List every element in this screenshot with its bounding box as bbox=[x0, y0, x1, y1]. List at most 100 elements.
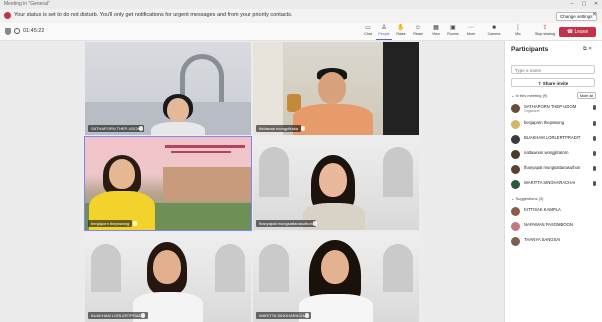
people-label: People bbox=[378, 32, 390, 36]
participant-row[interactable]: BUAKHAM LORLERTPRADIT bbox=[511, 133, 599, 147]
search-placeholder: Type a name bbox=[515, 68, 542, 73]
close-window-icon[interactable]: ✕ bbox=[590, 0, 602, 9]
avatar bbox=[511, 150, 520, 159]
panel-actions: ⧉ ✕ bbox=[583, 46, 592, 52]
face bbox=[321, 250, 349, 284]
phone-icon: ☎ bbox=[566, 29, 575, 35]
chat-icon: ▭ bbox=[365, 25, 371, 31]
dnd-banner: Your status is set to do not disturb. Yo… bbox=[0, 9, 602, 24]
participants-panel: Participants ⧉ ✕ Type a name ⇧ Share inv… bbox=[504, 41, 602, 322]
participant-name: KITTISAK KAMPLA bbox=[524, 207, 561, 212]
avatar bbox=[511, 120, 520, 129]
window-title: Meeting in "General" bbox=[4, 1, 50, 7]
more-icon: ⋯ bbox=[468, 25, 474, 31]
chat-button[interactable]: ▭ Chat bbox=[360, 25, 376, 39]
react-label: React bbox=[413, 32, 423, 36]
share-icon: ⇪ bbox=[542, 25, 548, 31]
participant-row[interactable]: SATHAPORN THEP-UDOM Organizer bbox=[511, 102, 599, 116]
face bbox=[167, 98, 189, 122]
participant-row[interactable]: thanyapat mungsattanasuthon bbox=[511, 163, 599, 177]
mic-icon bbox=[301, 126, 305, 131]
avatar bbox=[511, 104, 520, 113]
pop-out-icon[interactable]: ⧉ bbox=[583, 46, 587, 52]
share-invite-label: Share invite bbox=[542, 81, 569, 86]
mic-icon bbox=[593, 181, 596, 186]
suggested-participant-row[interactable]: KITTISAK KAMPLA bbox=[511, 205, 599, 219]
rooms-label: Rooms bbox=[447, 32, 459, 36]
arch-window bbox=[91, 244, 121, 292]
share-invite-button[interactable]: ⇧ Share invite bbox=[511, 78, 595, 87]
people-button[interactable]: ♙ People bbox=[376, 25, 392, 40]
suggestions-label: Suggestions (3) bbox=[515, 196, 544, 201]
video-tile[interactable]: thanyapat mungsattanasuthon bbox=[253, 137, 419, 230]
suggested-participant-row[interactable]: NAPAWAN PASOMBOON bbox=[511, 220, 599, 234]
raise-label: Raise bbox=[396, 32, 406, 36]
more-button[interactable]: ⋯ More bbox=[463, 25, 479, 39]
camera-icon: ■ bbox=[492, 25, 496, 31]
participant-name: thanyapat mungsattanasuthon bbox=[524, 165, 581, 170]
stop-sharing-button[interactable]: ⇪ Stop sharing bbox=[535, 25, 555, 39]
leave-button[interactable]: ☎ Leave bbox=[559, 27, 596, 37]
participant-name: nattawoon wongjitratorn bbox=[524, 150, 569, 155]
building-backdrop bbox=[163, 167, 251, 201]
react-icon: ☺ bbox=[414, 25, 422, 31]
more-label: More bbox=[466, 32, 476, 36]
in-meeting-label: In this meeting (9) bbox=[515, 93, 548, 98]
rooms-button[interactable]: ▣ Rooms bbox=[445, 25, 461, 39]
video-stage: SATHAPORN THEP-UDOM thidawan mongpittaka… bbox=[0, 41, 504, 322]
suggested-participant-row[interactable]: THANYA SANGSAI bbox=[511, 235, 599, 249]
mic-icon bbox=[593, 151, 596, 156]
face bbox=[109, 159, 135, 189]
mic-icon bbox=[593, 121, 596, 126]
participant-name: WARITTA SINGHARACHAI bbox=[524, 180, 576, 185]
mic-button[interactable]: ⏐ Mic bbox=[510, 25, 526, 39]
video-tile[interactable]: thidawan mongpittaka bbox=[253, 42, 419, 135]
participant-name: THANYA SANGSAI bbox=[524, 237, 561, 242]
video-tile[interactable]: SATHAPORN THEP-UDOM bbox=[85, 42, 251, 135]
maximize-icon[interactable]: ▢ bbox=[578, 0, 590, 9]
video-tile[interactable]: WARITTA SINGHARACHAI bbox=[253, 232, 419, 322]
video-tile[interactable]: BUAKHAM LORLERTPRADIT bbox=[85, 232, 251, 322]
minimize-icon[interactable]: – bbox=[566, 0, 578, 9]
arch-window bbox=[259, 147, 289, 197]
dark-panel bbox=[383, 42, 419, 135]
participant-row[interactable]: WARITTA SINGHARACHAI bbox=[511, 178, 599, 192]
in-meeting-header[interactable]: ⌄ In this meeting (9) bbox=[511, 93, 547, 98]
participant-name: NAPAWAN PASOMBOON bbox=[524, 222, 573, 227]
participant-search-input[interactable]: Type a name bbox=[511, 65, 595, 74]
mute-all-button[interactable]: Mute all bbox=[577, 92, 596, 99]
stop-sharing-label: Stop sharing bbox=[535, 32, 556, 36]
chat-label: Chat bbox=[364, 32, 372, 36]
close-panel-icon[interactable]: ✕ bbox=[588, 46, 592, 52]
mic-icon bbox=[141, 313, 145, 318]
mic-icon bbox=[593, 105, 596, 110]
participant-row[interactable]: nattawoon wongjitratorn bbox=[511, 148, 599, 162]
view-button[interactable]: ▦ View bbox=[428, 25, 444, 39]
video-tile-active-speaker[interactable]: benjaporn thepswong bbox=[84, 136, 252, 231]
participant-row[interactable]: benjaporn thepswong bbox=[511, 118, 599, 132]
suggestions-header[interactable]: ⌄ Suggestions (3) bbox=[511, 196, 543, 201]
face bbox=[319, 163, 347, 197]
arch-window bbox=[215, 244, 245, 292]
face bbox=[318, 72, 346, 104]
avatar bbox=[511, 135, 520, 144]
avatar bbox=[511, 180, 520, 189]
view-label: View bbox=[432, 32, 440, 36]
mic-icon bbox=[313, 221, 317, 226]
participant-name: WARITTA SINGHARACHAI bbox=[256, 312, 311, 319]
dismiss-banner-icon[interactable]: ✕ bbox=[592, 11, 597, 18]
mic-icon bbox=[305, 313, 309, 318]
arch-window bbox=[259, 244, 289, 292]
mic-label: Mic bbox=[515, 32, 521, 36]
change-settings-button[interactable]: Change settings bbox=[556, 12, 597, 21]
rooms-icon: ▣ bbox=[450, 25, 456, 31]
banner-text-line bbox=[171, 151, 231, 153]
participant-name: benjaporn thepswong bbox=[88, 220, 133, 227]
mic-icon: ⏐ bbox=[516, 25, 520, 31]
raise-hand-button[interactable]: ✋ Raise bbox=[393, 25, 409, 39]
mic-icon bbox=[593, 166, 596, 171]
camera-label: Camera bbox=[487, 32, 501, 36]
react-button[interactable]: ☺ React bbox=[410, 25, 426, 39]
camera-button[interactable]: ■ Camera bbox=[486, 25, 502, 39]
banner-text-line bbox=[165, 145, 245, 148]
